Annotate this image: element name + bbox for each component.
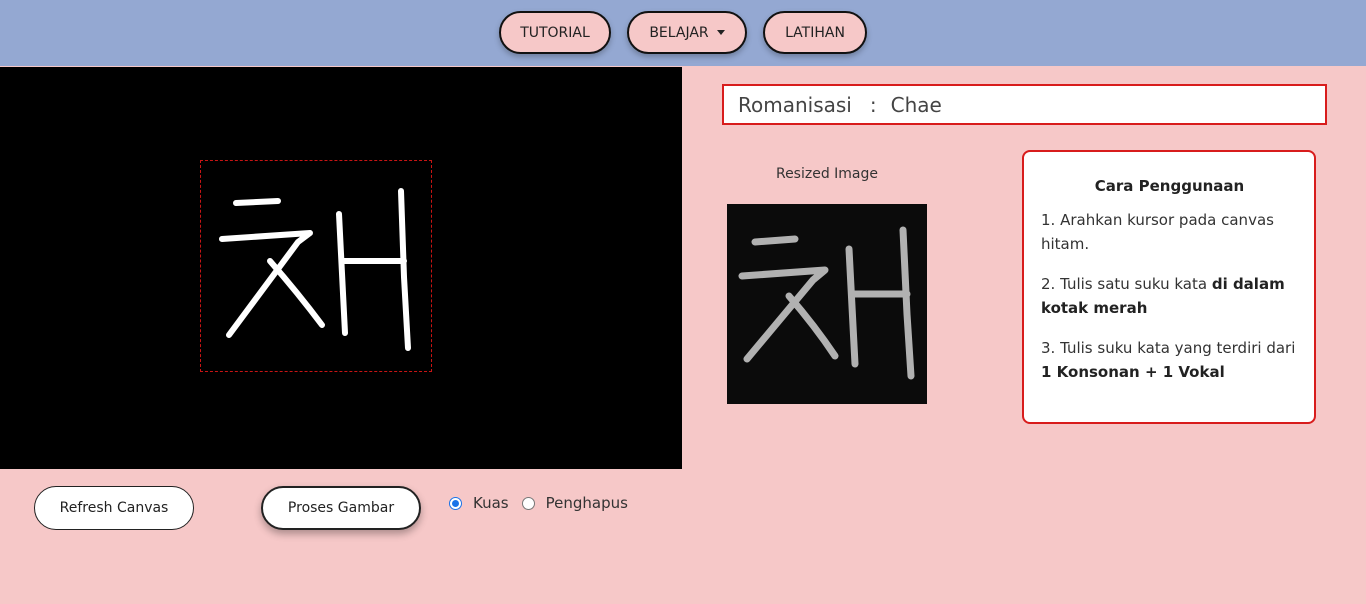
navbar: TUTORIAL BELAJAR LATIHAN	[0, 0, 1366, 66]
handwritten-strokes	[219, 188, 411, 351]
nav-tutorial-label: TUTORIAL	[520, 24, 590, 41]
drawing-canvas[interactable]	[0, 67, 682, 469]
kuas-label[interactable]: Kuas	[473, 494, 509, 512]
usage-guide-card: Cara Penggunaan 1. Arahkan kursor pada c…	[1022, 150, 1316, 424]
romanisasi-label: Romanisasi	[738, 92, 852, 117]
penghapus-radio[interactable]	[521, 496, 535, 510]
usage-guide-step-1: 1. Arahkan kursor pada canvas hitam.	[1041, 211, 1274, 253]
romanisasi-result: Romanisasi : Chae	[722, 84, 1327, 125]
romanisasi-value: Chae	[890, 92, 942, 117]
proses-gambar-label: Proses Gambar	[287, 500, 395, 516]
step-2-text: 2. Tulis satu suku kata	[1041, 275, 1212, 293]
nav-belajar-label: BELAJAR	[649, 24, 709, 41]
kuas-radio[interactable]	[449, 496, 462, 510]
nav-tutorial-button[interactable]: TUTORIAL	[499, 11, 611, 54]
refresh-canvas-label: Refresh Canvas	[59, 500, 169, 516]
romanisasi-separator: :	[869, 92, 877, 117]
proses-gambar-button[interactable]: Proses Gambar	[261, 486, 421, 530]
chevron-down-icon	[716, 30, 725, 35]
usage-guide-title: Cara Penggunaan	[1094, 177, 1245, 195]
nav-belajar-dropdown[interactable]: BELAJAR	[627, 11, 747, 54]
step-3-bold: 1 Konsonan + 1 Vokal	[1041, 363, 1225, 381]
penghapus-label[interactable]: Penghapus	[546, 494, 628, 512]
tool-mode-radio-group: Kuas Penghapus	[449, 494, 641, 512]
resized-image-preview	[727, 204, 927, 404]
nav-latihan-label: LATIHAN	[785, 24, 845, 41]
resized-image-label: Resized Image	[775, 166, 879, 182]
nav-latihan-button[interactable]: LATIHAN	[763, 11, 867, 54]
step-3-text: 3. Tulis suku kata yang terdiri dari	[1041, 339, 1296, 357]
refresh-canvas-button[interactable]: Refresh Canvas	[34, 486, 194, 530]
usage-guide-step-2: 2. Tulis satu suku kata di dalam kotak m…	[1041, 272, 1298, 320]
usage-guide-step-3: 3. Tulis suku kata yang terdiri dari 1 K…	[1041, 336, 1298, 384]
